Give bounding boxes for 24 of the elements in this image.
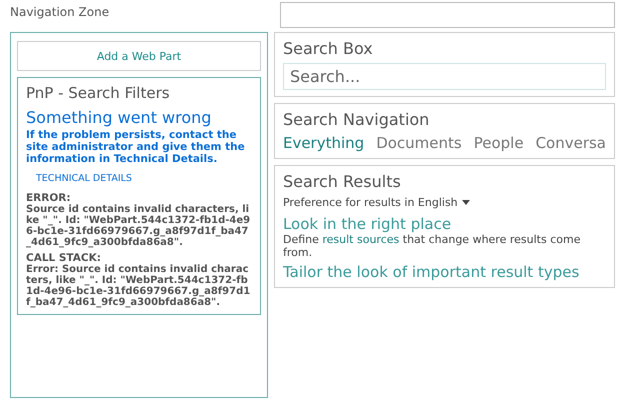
nav-tab[interactable]: People — [474, 134, 524, 152]
language-preference: Preference for results in English — [282, 196, 458, 209]
tip-heading: Tailor the look of important result types — [282, 263, 580, 281]
panel-title: PnP - Search Filters — [26, 84, 171, 102]
error-text: Error: Source id contains invalid characters, like "_". Id: "WebPart.544c1372-fb1d-4e96-bc1e-31fd66979667.g_a8f97d1f_ba47_4d61_9fc9_a300bfda86a8". — [26, 264, 252, 308]
error-text: Source id contains invalid characters, like "_". Id: "WebPart.544c1372-fb1d-4e96-bc1e-31fd66979667.g_a8f97d1f_ba47_4d61_9fc9_a300bfda86a8". — [26, 204, 252, 248]
error-heading: Something went wrong — [26, 108, 212, 127]
section-label: ERROR: — [26, 192, 72, 204]
tip-heading: Look in the right place — [282, 215, 452, 233]
nav-tab[interactable]: Conversa — [536, 134, 606, 152]
zone-label: Navigation Zone — [10, 4, 110, 19]
panel-title: Search Navigation — [282, 110, 430, 129]
nav-tab[interactable]: Documents — [376, 134, 462, 152]
add-web-part-link[interactable]: Add a Web Part — [96, 50, 182, 62]
technical-details-link[interactable]: TECHNICAL DETAILS — [36, 173, 252, 184]
caret-icon[interactable] — [462, 200, 470, 205]
error-message: If the problem persists, contact the site administrator and give them the information in Technical Details. — [26, 129, 246, 165]
nav-tab[interactable]: Everything — [282, 134, 364, 152]
panel-title: Search Results — [282, 172, 402, 191]
section-label: CALL STACK: — [26, 252, 102, 264]
search-field[interactable]: Search... — [282, 63, 606, 90]
tip-text: Define result sources that change where results come from. — [282, 233, 582, 259]
panel-title: Search Box — [282, 39, 374, 58]
result-sources-link[interactable]: result sources — [322, 233, 400, 246]
